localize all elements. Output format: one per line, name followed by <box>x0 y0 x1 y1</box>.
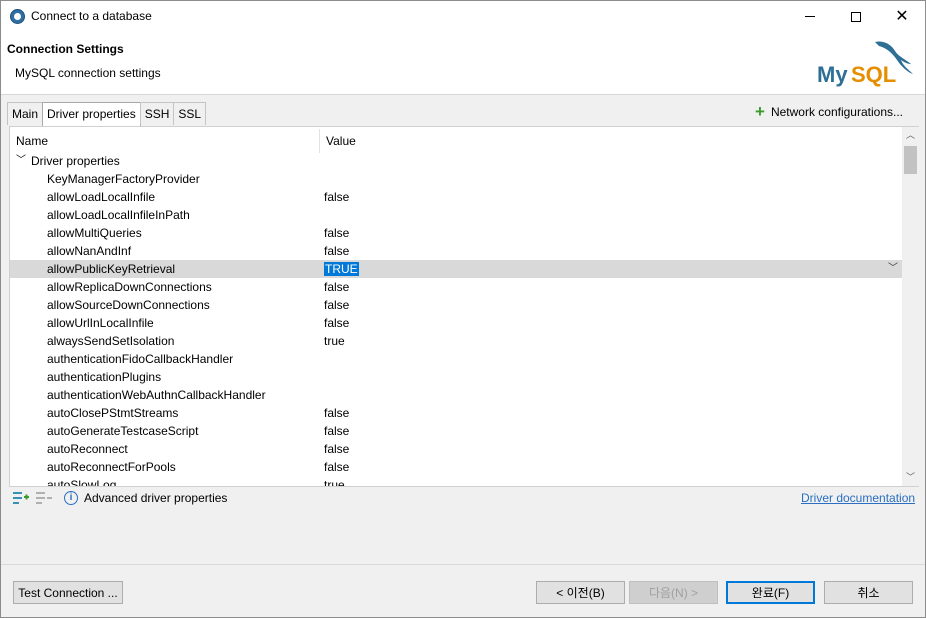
property-name: authenticationPlugins <box>47 370 162 384</box>
table-header: Name Value <box>10 127 902 154</box>
scrollbar-thumb[interactable] <box>904 146 917 174</box>
property-value[interactable]: false <box>324 296 349 314</box>
table-row[interactable]: autoGenerateTestcaseScript false <box>10 422 902 440</box>
table-row[interactable]: autoSlowLog true <box>10 476 902 486</box>
add-property-icon[interactable] <box>13 491 29 505</box>
maximize-button[interactable] <box>833 1 879 32</box>
title-bar: Connect to a database ✕ <box>1 1 925 32</box>
table-row[interactable]: allowUrlInLocalInfile false <box>10 314 902 332</box>
mysql-logo: My SQL <box>817 41 913 87</box>
tab-driver-properties[interactable]: Driver properties <box>42 102 141 126</box>
tab-ssh[interactable]: SSH <box>139 102 175 125</box>
property-value[interactable]: true <box>324 332 345 350</box>
connect-dialog: Connect to a database ✕ Connection Setti… <box>0 0 926 618</box>
column-header-name[interactable]: Name <box>16 134 48 148</box>
plus-icon: + <box>755 102 765 121</box>
property-value[interactable]: false <box>324 404 349 422</box>
driver-documentation-link[interactable]: Driver documentation <box>801 491 915 505</box>
tab-bar: Main Driver properties SSH SSL <box>7 102 207 126</box>
group-label: Driver properties <box>31 154 120 168</box>
vertical-scrollbar[interactable]: ︿ ﹀ <box>902 127 919 486</box>
table-row[interactable]: authenticationPlugins <box>10 368 902 386</box>
property-name: allowLoadLocalInfile <box>47 190 156 204</box>
back-button[interactable]: < 이전(B) <box>536 581 625 604</box>
property-name: allowUrlInLocalInfile <box>47 316 154 330</box>
window-title: Connect to a database <box>31 9 152 23</box>
property-name: allowNanAndInf <box>47 244 132 258</box>
property-name: authenticationFidoCallbackHandler <box>47 352 234 366</box>
property-name: allowPublicKeyRetrieval <box>47 262 176 276</box>
table-row[interactable]: allowNanAndInf false <box>10 242 902 260</box>
property-value[interactable]: false <box>324 422 349 440</box>
property-name: allowSourceDownConnections <box>47 298 210 312</box>
property-name: autoGenerateTestcaseScript <box>47 424 199 438</box>
dialog-header: Connection Settings MySQL connection set… <box>1 32 925 95</box>
table-row[interactable]: autoReconnect false <box>10 440 902 458</box>
table-row[interactable]: alwaysSendSetIsolation true <box>10 332 902 350</box>
tab-ssl[interactable]: SSL <box>173 102 207 125</box>
property-value[interactable]: false <box>324 224 349 242</box>
chevron-down-icon[interactable]: ﹀ <box>16 152 26 170</box>
property-value[interactable]: false <box>324 440 349 458</box>
minimize-icon <box>805 16 815 17</box>
test-connection-button[interactable]: Test Connection ... <box>13 581 123 604</box>
footer-divider <box>1 564 925 565</box>
column-header-value[interactable]: Value <box>326 134 356 148</box>
tab-main[interactable]: Main <box>7 102 44 125</box>
property-value[interactable]: true <box>324 476 345 486</box>
dropdown-chevron-icon[interactable]: ﹀ <box>888 260 898 278</box>
table-row[interactable]: autoClosePStmtStreams false <box>10 404 902 422</box>
table-row[interactable]: KeyManagerFactoryProvider <box>10 170 902 188</box>
dbeaver-app-icon <box>10 9 25 24</box>
next-button[interactable]: 다음(N) > <box>629 581 718 604</box>
finish-button[interactable]: 완료(F) <box>726 581 815 604</box>
cancel-button[interactable]: 취소 <box>824 581 913 604</box>
table-row[interactable]: allowLoadLocalInfile false <box>10 188 902 206</box>
table-row[interactable]: allowSourceDownConnections false <box>10 296 902 314</box>
logo-text-my: My <box>817 62 848 87</box>
property-name: authenticationWebAuthnCallbackHandler <box>47 388 266 402</box>
table-row[interactable]: allowLoadLocalInfileInPath <box>10 206 902 224</box>
property-name: autoClosePStmtStreams <box>47 406 179 420</box>
close-icon: ✕ <box>895 7 909 25</box>
property-value[interactable]: false <box>324 458 349 476</box>
group-row-driver-properties[interactable]: ﹀ Driver properties <box>10 152 902 170</box>
driver-properties-table: Name Value ﹀ Driver properties KeyManage… <box>9 126 919 487</box>
property-value-editor[interactable]: TRUE <box>324 262 359 276</box>
property-value[interactable]: false <box>324 278 349 296</box>
table-body: ﹀ Driver properties KeyManagerFactoryPro… <box>10 152 902 486</box>
network-configurations-button[interactable]: + Network configurations... <box>755 102 903 121</box>
table-row[interactable]: authenticationFidoCallbackHandler <box>10 350 902 368</box>
property-name: KeyManagerFactoryProvider <box>47 172 200 186</box>
property-value[interactable]: false <box>324 242 349 260</box>
property-name: autoReconnectForPools <box>47 460 176 474</box>
table-row[interactable]: allowReplicaDownConnections false <box>10 278 902 296</box>
property-name: autoReconnect <box>47 442 128 456</box>
scroll-up-icon[interactable]: ︿ <box>902 127 919 144</box>
table-row-selected[interactable]: allowPublicKeyRetrieval TRUE ﹀ <box>10 260 902 278</box>
property-name: allowLoadLocalInfileInPath <box>47 208 190 222</box>
table-row[interactable]: authenticationWebAuthnCallbackHandler <box>10 386 902 404</box>
maximize-icon <box>851 11 861 22</box>
remove-property-icon[interactable] <box>36 491 52 505</box>
minimize-button[interactable] <box>787 1 833 32</box>
property-value[interactable]: false <box>324 188 349 206</box>
property-name: allowReplicaDownConnections <box>47 280 212 294</box>
column-divider[interactable] <box>319 129 320 153</box>
close-button[interactable]: ✕ <box>879 1 925 32</box>
property-value[interactable]: false <box>324 314 349 332</box>
property-name: autoSlowLog <box>47 478 117 486</box>
info-icon: i <box>64 491 78 505</box>
property-name: alwaysSendSetIsolation <box>47 334 175 348</box>
scroll-down-icon[interactable]: ﹀ <box>902 469 919 486</box>
network-configurations-label: Network configurations... <box>770 105 903 119</box>
header-title: Connection Settings <box>7 42 124 56</box>
logo-text-sql: SQL <box>851 62 896 87</box>
table-row[interactable]: allowMultiQueries false <box>10 224 902 242</box>
table-row[interactable]: autoReconnectForPools false <box>10 458 902 476</box>
header-subtitle: MySQL connection settings <box>15 66 161 80</box>
property-name: allowMultiQueries <box>47 226 142 240</box>
advanced-properties-label: Advanced driver properties <box>84 491 228 505</box>
